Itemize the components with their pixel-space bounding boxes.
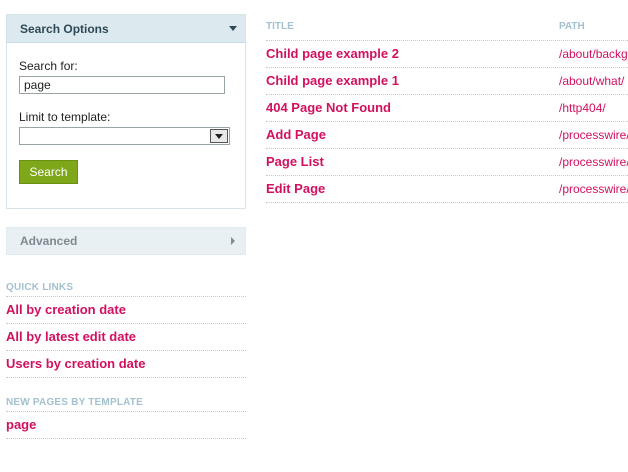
collapse-caret-icon[interactable]	[229, 26, 237, 31]
search-button[interactable]: Search	[19, 160, 78, 184]
advanced-panel-header[interactable]: Advanced	[6, 227, 246, 255]
row-title[interactable]: 404 Page Not Found	[266, 95, 559, 121]
row-path[interactable]: /http404/	[559, 95, 628, 121]
table-header: TITLE PATH	[266, 14, 628, 41]
table-row[interactable]: Add Page /processwire/page/add/	[266, 122, 628, 149]
new-page-template-page[interactable]: page	[6, 412, 246, 439]
table-row[interactable]: Child page example 2 /about/background/	[266, 41, 628, 68]
quick-link-all-by-creation-date[interactable]: All by creation date	[6, 297, 246, 324]
row-title[interactable]: Page List	[266, 149, 559, 175]
quick-links-heading: QUICK LINKS	[6, 279, 246, 297]
row-title[interactable]: Edit Page	[266, 176, 559, 202]
advanced-title: Advanced	[20, 234, 78, 248]
row-path[interactable]: /processwire/page/list/	[559, 149, 628, 175]
row-title[interactable]: Child page example 1	[266, 68, 559, 94]
table-row[interactable]: Child page example 1 /about/what/	[266, 68, 628, 95]
template-select-button[interactable]	[210, 129, 228, 143]
search-for-label: Search for:	[19, 59, 78, 73]
quick-link-users-by-creation-date[interactable]: Users by creation date	[6, 351, 246, 378]
table-row[interactable]: Edit Page /processwire/page/edit/	[266, 176, 628, 203]
path-column-header[interactable]: PATH	[559, 14, 628, 40]
row-path[interactable]: /processwire/page/edit/	[559, 176, 628, 202]
chevron-down-icon	[215, 133, 223, 139]
quick-link-all-by-latest-edit-date[interactable]: All by latest edit date	[6, 324, 246, 351]
expand-caret-icon[interactable]	[231, 237, 235, 245]
template-label: Limit to template:	[19, 110, 111, 124]
row-title[interactable]: Child page example 2	[266, 41, 559, 67]
row-path[interactable]: /processwire/page/add/	[559, 122, 628, 148]
search-options-panel: Search Options Search for: Limit to temp…	[6, 14, 246, 209]
table-row[interactable]: Page List /processwire/page/list/	[266, 149, 628, 176]
search-input[interactable]	[19, 76, 225, 94]
search-options-header[interactable]: Search Options	[7, 15, 245, 43]
title-column-header[interactable]: TITLE	[266, 14, 559, 40]
table-row[interactable]: 404 Page Not Found /http404/	[266, 95, 628, 122]
row-title[interactable]: Add Page	[266, 122, 559, 148]
new-pages-heading: NEW PAGES BY TEMPLATE	[6, 394, 246, 412]
search-options-title: Search Options	[20, 21, 109, 36]
results-table: TITLE PATH Child page example 2 /about/b…	[266, 14, 628, 203]
search-options-body: Search for: Limit to template: Search	[7, 43, 245, 208]
row-path[interactable]: /about/background/	[559, 41, 628, 67]
sidebar: Search Options Search for: Limit to temp…	[6, 14, 246, 439]
row-path[interactable]: /about/what/	[559, 68, 628, 94]
template-select[interactable]	[19, 127, 230, 145]
